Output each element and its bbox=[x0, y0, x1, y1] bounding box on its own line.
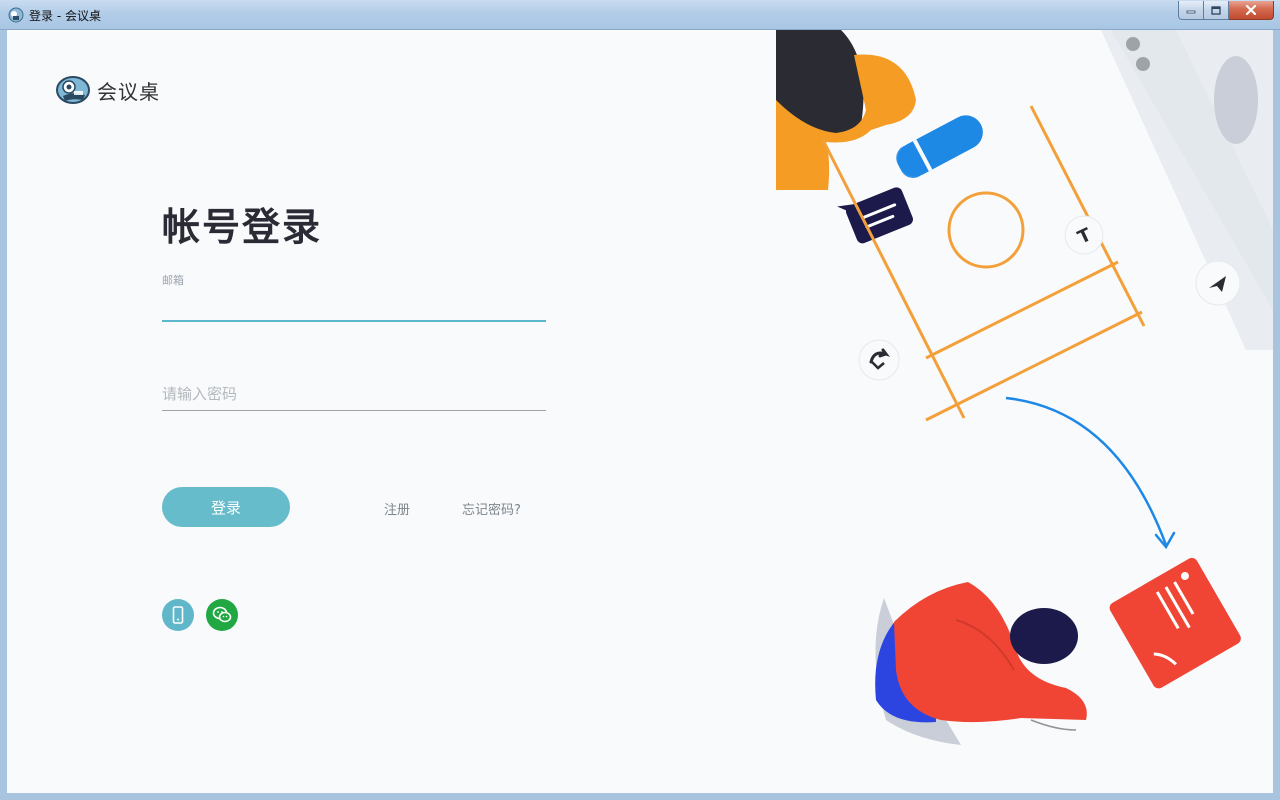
maximize-button[interactable] bbox=[1204, 1, 1229, 20]
page-title: 帐号登录 bbox=[162, 205, 323, 249]
arrow-curve bbox=[1005, 396, 1176, 550]
close-button[interactable] bbox=[1229, 1, 1274, 20]
hero-illustration: T bbox=[776, 30, 1273, 745]
logo-text: 会议桌 bbox=[97, 79, 160, 104]
maximize-icon bbox=[1211, 5, 1221, 15]
minimize-icon bbox=[1186, 10, 1196, 14]
phone-login-button[interactable] bbox=[162, 599, 194, 631]
logo-icon bbox=[56, 76, 90, 104]
phone-icon bbox=[172, 606, 184, 624]
login-button[interactable]: 登录 bbox=[162, 487, 290, 527]
window-titlebar: 登录 - 会议桌 bbox=[0, 0, 1280, 30]
tool-text: T bbox=[1064, 215, 1104, 255]
app-logo: 会议桌 bbox=[55, 74, 160, 106]
texture-strip bbox=[1101, 30, 1273, 350]
wechat-icon bbox=[212, 606, 232, 623]
tool-pointer bbox=[1195, 260, 1241, 306]
window-title: 登录 - 会议桌 bbox=[29, 9, 101, 23]
register-link[interactable]: 注册 bbox=[384, 499, 410, 518]
social-login bbox=[162, 599, 238, 631]
email-label: 邮箱 bbox=[162, 274, 184, 287]
email-input[interactable] bbox=[162, 292, 546, 322]
password-input[interactable] bbox=[162, 378, 546, 411]
window-controls bbox=[1178, 1, 1274, 21]
window-frame-left bbox=[0, 30, 7, 793]
login-page: 会议桌 帐号登录 邮箱 登录 注册 忘记密码? T bbox=[7, 30, 1273, 793]
pill-shape bbox=[896, 115, 983, 178]
window-frame-right bbox=[1273, 30, 1280, 793]
app-icon bbox=[8, 7, 24, 23]
person-bottom bbox=[875, 582, 1087, 745]
forgot-password-link[interactable]: 忘记密码? bbox=[462, 499, 521, 518]
minimize-button[interactable] bbox=[1178, 1, 1204, 20]
wechat-login-button[interactable] bbox=[206, 599, 238, 631]
window-frame-bottom bbox=[0, 793, 1280, 800]
close-icon bbox=[1245, 5, 1257, 15]
tool-undo bbox=[858, 339, 900, 381]
red-card bbox=[1109, 557, 1241, 689]
person-top bbox=[776, 30, 916, 190]
